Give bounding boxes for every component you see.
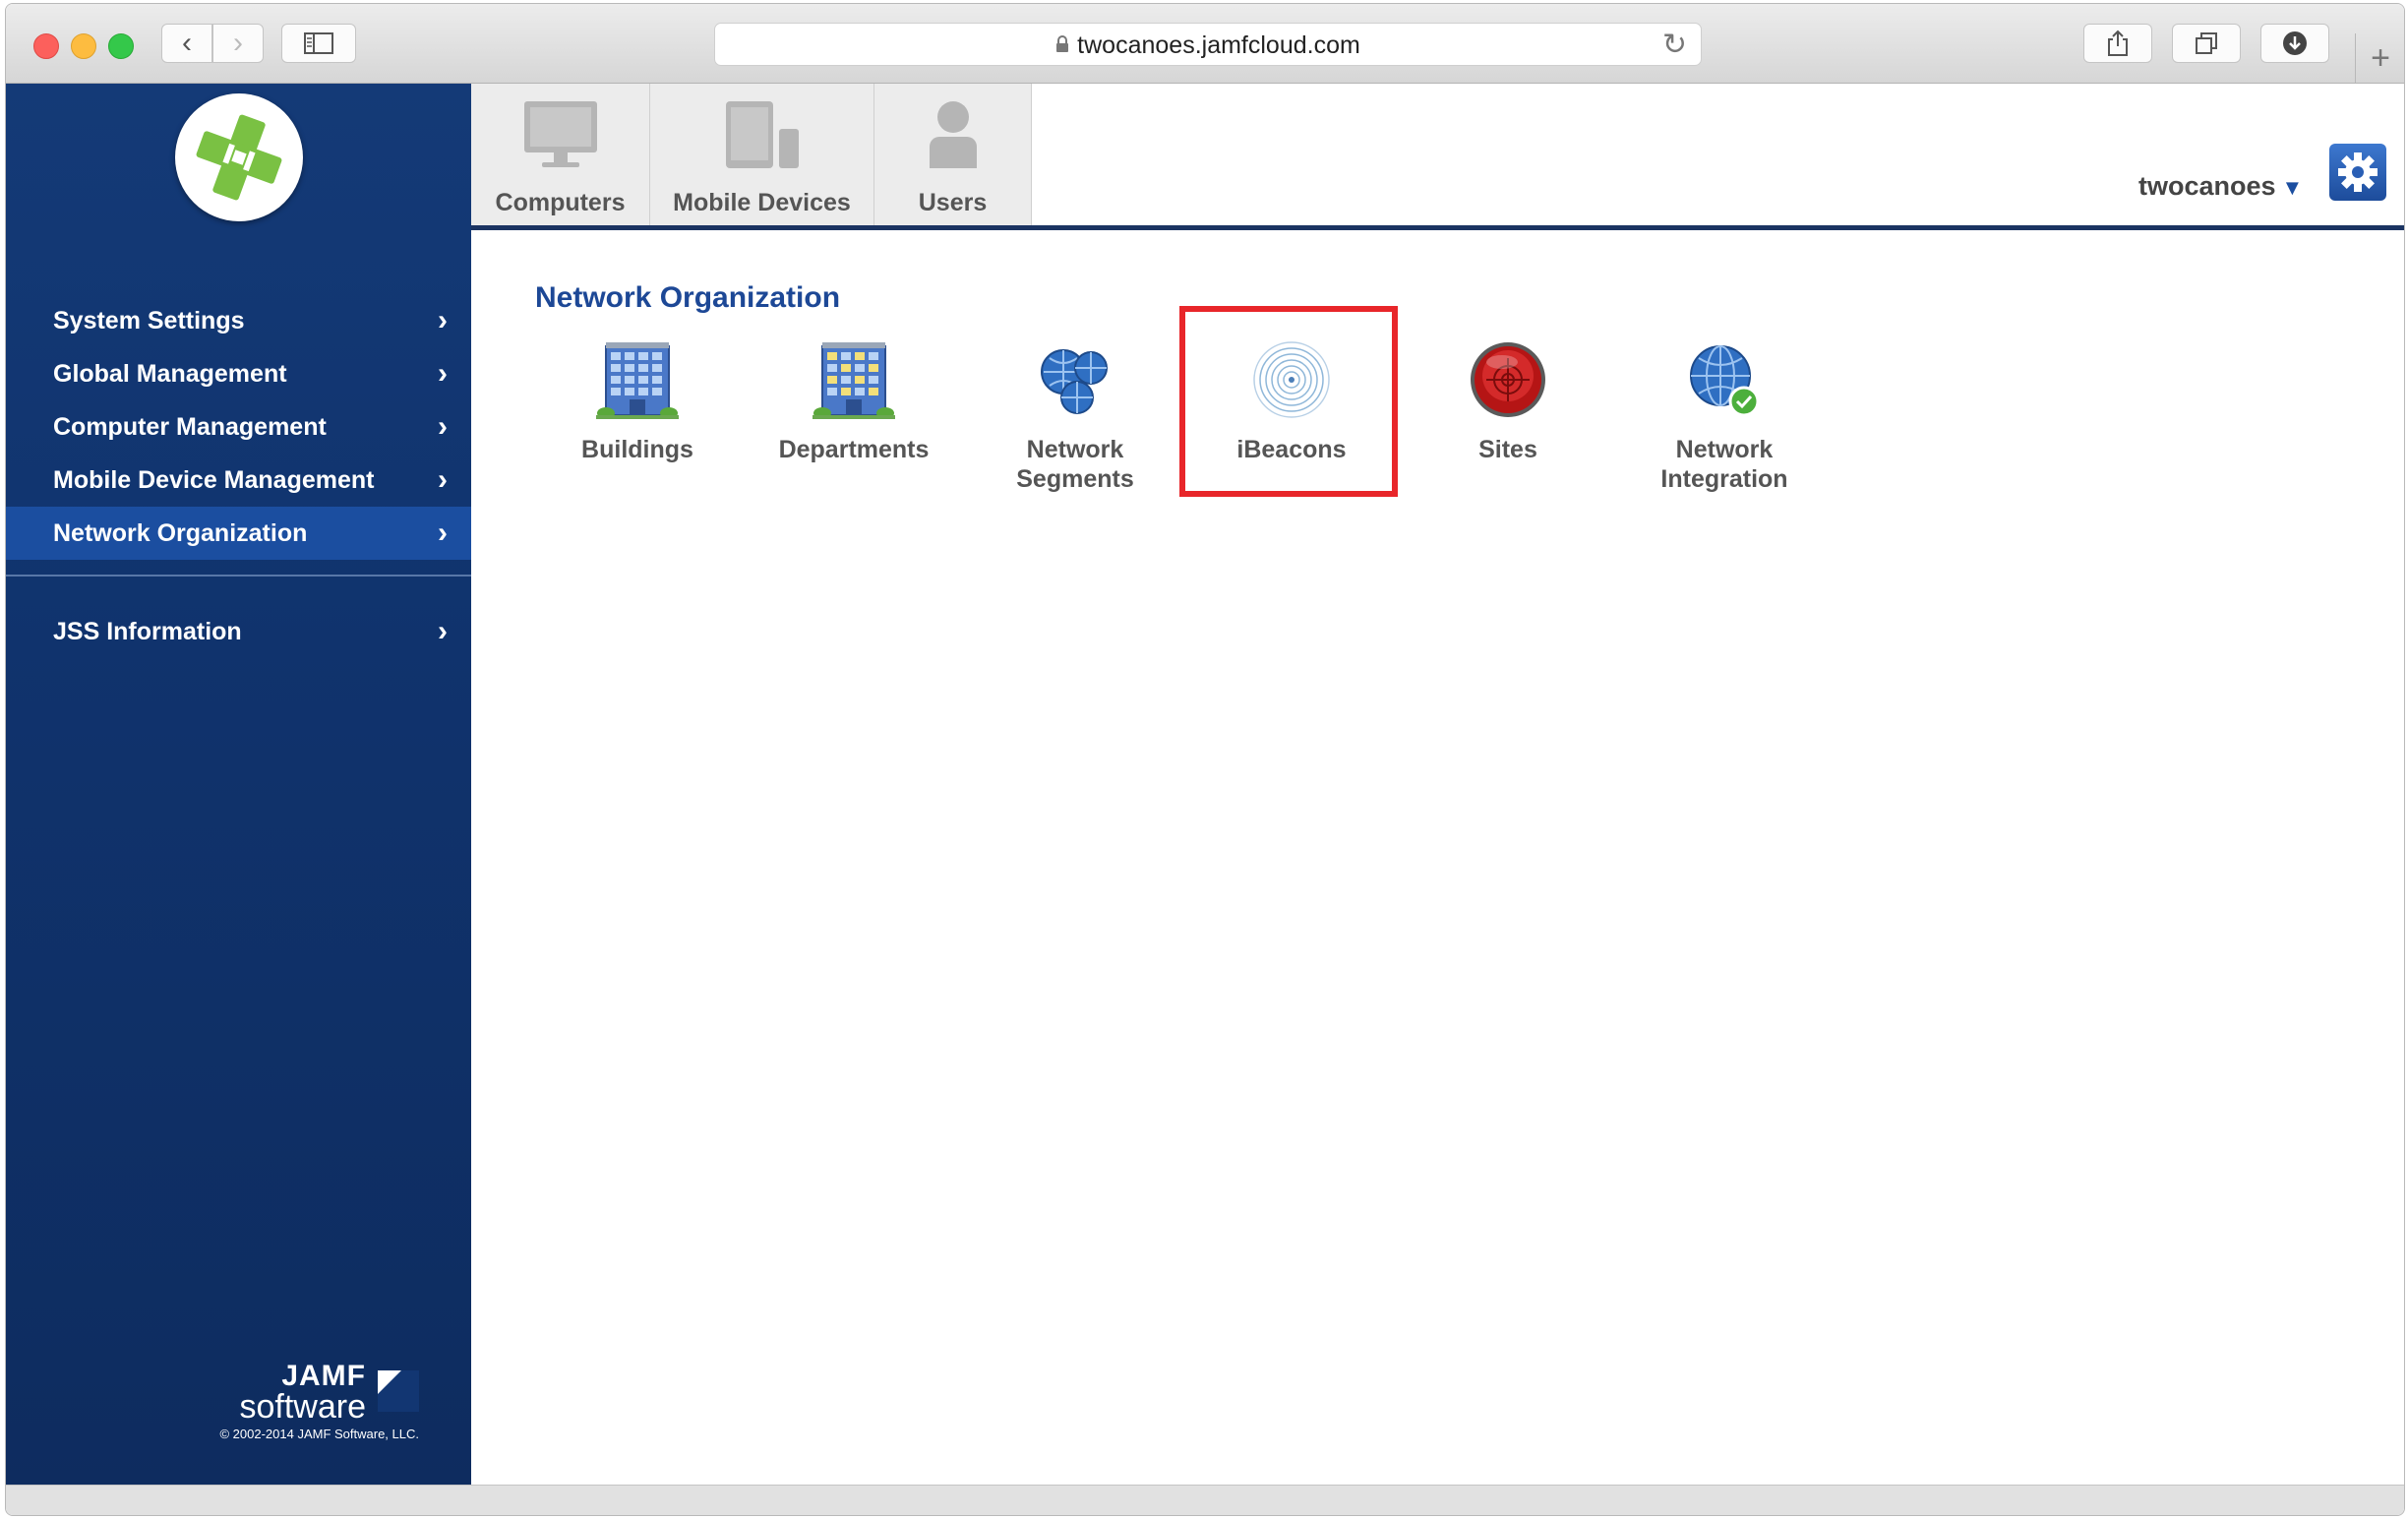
address-bar[interactable]: twocanoes.jamfcloud.com ↻ (714, 23, 1702, 66)
building-icon (596, 338, 679, 421)
sidebar-item-label: JSS Information (53, 617, 242, 645)
item-label-line1: Departments (778, 436, 930, 463)
sidebar-icon (304, 32, 333, 54)
chevron-right-icon: › (438, 304, 448, 336)
reload-icon[interactable]: ↻ (1662, 28, 1687, 62)
new-tab-button[interactable]: + (2355, 33, 2404, 83)
browser-window: ‹ › twocanoes.jamfcloud.com ↻ + System S… (5, 3, 2405, 1516)
target-icon (1467, 338, 1549, 421)
brand-jamf-text: JAMF (281, 1360, 366, 1392)
sidebar-item-label: Global Management (53, 359, 287, 388)
tab-users[interactable]: Users (874, 84, 1032, 225)
chevron-right-icon: › (438, 463, 448, 496)
sidebar-item-network-organization[interactable]: Network Organization › (6, 507, 471, 560)
settings-button[interactable] (2329, 144, 2386, 201)
item-network-integration[interactable]: Network Integration (1626, 338, 1823, 494)
jamf-mark-icon (378, 1370, 419, 1412)
sidebar-item-mobile-device-management[interactable]: Mobile Device Management › (6, 454, 471, 507)
back-button[interactable]: ‹ (161, 24, 212, 63)
gear-icon (2338, 152, 2378, 192)
sidebar: System Settings › Global Management › Co… (6, 84, 471, 1486)
sidebar-divider (6, 575, 471, 577)
chevron-right-icon: › (438, 615, 448, 647)
share-icon (2108, 30, 2128, 56)
item-sites[interactable]: Sites (1410, 338, 1606, 464)
show-sidebar-button[interactable] (281, 24, 356, 63)
chevron-right-icon: › (233, 27, 243, 59)
tab-mobile-devices[interactable]: Mobile Devices (650, 84, 874, 225)
item-label-line1: Sites (1478, 436, 1537, 463)
zoom-window-button[interactable] (108, 33, 134, 59)
page-title: Network Organization (535, 281, 841, 314)
sidebar-item-system-settings[interactable]: System Settings › (6, 294, 471, 347)
sidebar-item-label: System Settings (53, 306, 245, 334)
user-icon (924, 99, 983, 175)
show-tabs-button[interactable] (2172, 24, 2241, 63)
chevron-right-icon: › (438, 357, 448, 390)
monitor-icon (522, 99, 599, 175)
minimize-window-button[interactable] (71, 33, 96, 59)
chevron-right-icon: › (438, 410, 448, 443)
forward-button[interactable]: › (212, 24, 264, 63)
globe-network-icon (1034, 338, 1116, 421)
item-departments[interactable]: Departments (755, 338, 952, 464)
globe-check-icon (1683, 338, 1766, 421)
ibeacons-highlight-box (1179, 306, 1398, 497)
browser-status-bar (6, 1485, 2404, 1515)
tabs-icon (2196, 32, 2217, 54)
sidebar-item-jss-information[interactable]: JSS Information › (6, 605, 471, 658)
chevron-left-icon: ‹ (182, 27, 192, 59)
item-label-line2: Integration (1660, 465, 1788, 493)
item-label-line2: Segments (1016, 465, 1134, 493)
downloads-button[interactable] (2260, 24, 2329, 63)
user-menu[interactable]: twocanoes ▼ (2138, 171, 2303, 202)
copyright-text: © 2002-2014 JAMF Software, LLC. (219, 1427, 419, 1441)
department-icon (813, 338, 895, 421)
header-divider (471, 225, 2404, 230)
tab-label: Mobile Devices (673, 189, 851, 216)
close-window-button[interactable] (33, 33, 59, 59)
tab-label: Computers (495, 189, 626, 216)
caret-down-icon: ▼ (2281, 175, 2304, 200)
url-text: twocanoes.jamfcloud.com (1077, 31, 1360, 59)
item-buildings[interactable]: Buildings (539, 338, 736, 464)
tab-label: Users (918, 189, 988, 216)
jss-logo[interactable] (175, 93, 303, 221)
item-label-line1: Network (1026, 436, 1124, 463)
jamf-software-logo: JAMF software (193, 1360, 419, 1426)
lock-icon (1055, 35, 1069, 59)
tab-computers[interactable]: Computers (471, 84, 650, 225)
sidebar-item-label: Computer Management (53, 412, 327, 441)
item-label-line1: Network (1675, 436, 1774, 463)
sidebar-item-global-management[interactable]: Global Management › (6, 347, 471, 400)
item-label-line1: Buildings (581, 436, 693, 463)
browser-toolbar: ‹ › twocanoes.jamfcloud.com ↻ + (6, 4, 2404, 84)
plus-icon: + (2371, 38, 2390, 77)
item-network-segments[interactable]: Network Segments (977, 338, 1174, 494)
sidebar-item-computer-management[interactable]: Computer Management › (6, 400, 471, 454)
user-name: twocanoes (2138, 171, 2276, 201)
brand-software-text: software (239, 1388, 367, 1426)
share-button[interactable] (2083, 24, 2152, 63)
sidebar-item-label: Network Organization (53, 518, 308, 547)
sidebar-item-label: Mobile Device Management (53, 465, 375, 494)
chevron-right-icon: › (438, 516, 448, 549)
download-icon (2283, 31, 2307, 55)
devices-icon (724, 99, 801, 175)
jss-logo-icon (196, 114, 282, 201)
